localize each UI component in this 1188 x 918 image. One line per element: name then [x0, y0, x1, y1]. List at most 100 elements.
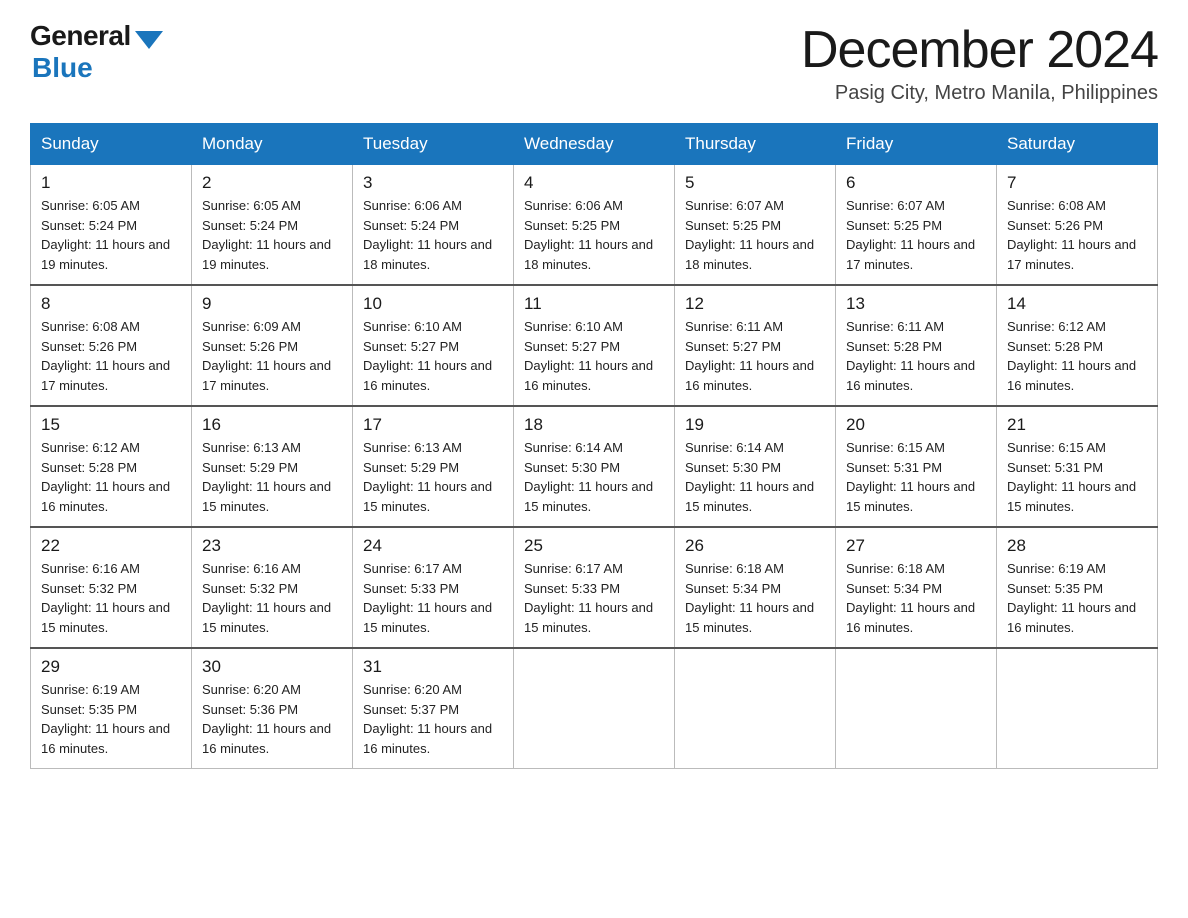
day-number: 19: [685, 415, 825, 435]
day-info: Sunrise: 6:17 AMSunset: 5:33 PMDaylight:…: [524, 559, 664, 637]
day-info: Sunrise: 6:16 AMSunset: 5:32 PMDaylight:…: [202, 559, 342, 637]
day-number: 25: [524, 536, 664, 556]
day-info: Sunrise: 6:07 AMSunset: 5:25 PMDaylight:…: [846, 196, 986, 274]
calendar-cell: [675, 648, 836, 769]
day-number: 7: [1007, 173, 1147, 193]
weekday-header-saturday: Saturday: [997, 124, 1158, 165]
calendar-cell: [997, 648, 1158, 769]
day-number: 3: [363, 173, 503, 193]
day-info: Sunrise: 6:14 AMSunset: 5:30 PMDaylight:…: [685, 438, 825, 516]
calendar-week-row: 22 Sunrise: 6:16 AMSunset: 5:32 PMDaylig…: [31, 527, 1158, 648]
day-number: 13: [846, 294, 986, 314]
logo-triangle-icon: [135, 31, 163, 49]
day-number: 12: [685, 294, 825, 314]
day-number: 31: [363, 657, 503, 677]
weekday-header-tuesday: Tuesday: [353, 124, 514, 165]
day-info: Sunrise: 6:12 AMSunset: 5:28 PMDaylight:…: [41, 438, 181, 516]
calendar-cell: [514, 648, 675, 769]
logo-general-text: General: [30, 20, 131, 52]
calendar-cell: 5 Sunrise: 6:07 AMSunset: 5:25 PMDayligh…: [675, 165, 836, 286]
calendar-cell: 6 Sunrise: 6:07 AMSunset: 5:25 PMDayligh…: [836, 165, 997, 286]
day-info: Sunrise: 6:11 AMSunset: 5:27 PMDaylight:…: [685, 317, 825, 395]
title-area: December 2024 Pasig City, Metro Manila, …: [801, 20, 1158, 105]
day-number: 2: [202, 173, 342, 193]
logo-blue-text: Blue: [32, 52, 93, 84]
day-number: 29: [41, 657, 181, 677]
day-info: Sunrise: 6:18 AMSunset: 5:34 PMDaylight:…: [685, 559, 825, 637]
day-info: Sunrise: 6:06 AMSunset: 5:25 PMDaylight:…: [524, 196, 664, 274]
day-number: 24: [363, 536, 503, 556]
day-number: 8: [41, 294, 181, 314]
calendar-cell: 8 Sunrise: 6:08 AMSunset: 5:26 PMDayligh…: [31, 285, 192, 406]
month-title: December 2024: [801, 20, 1158, 80]
calendar-cell: 20 Sunrise: 6:15 AMSunset: 5:31 PMDaylig…: [836, 406, 997, 527]
calendar-week-row: 1 Sunrise: 6:05 AMSunset: 5:24 PMDayligh…: [31, 165, 1158, 286]
day-number: 11: [524, 294, 664, 314]
day-info: Sunrise: 6:06 AMSunset: 5:24 PMDaylight:…: [363, 196, 503, 274]
calendar-cell: 1 Sunrise: 6:05 AMSunset: 5:24 PMDayligh…: [31, 165, 192, 286]
weekday-header-friday: Friday: [836, 124, 997, 165]
calendar-cell: 30 Sunrise: 6:20 AMSunset: 5:36 PMDaylig…: [192, 648, 353, 769]
calendar-week-row: 15 Sunrise: 6:12 AMSunset: 5:28 PMDaylig…: [31, 406, 1158, 527]
day-number: 20: [846, 415, 986, 435]
calendar-cell: 29 Sunrise: 6:19 AMSunset: 5:35 PMDaylig…: [31, 648, 192, 769]
day-number: 26: [685, 536, 825, 556]
page-header: General Blue December 2024 Pasig City, M…: [30, 20, 1158, 105]
day-number: 23: [202, 536, 342, 556]
day-info: Sunrise: 6:05 AMSunset: 5:24 PMDaylight:…: [41, 196, 181, 274]
day-number: 17: [363, 415, 503, 435]
calendar-cell: 4 Sunrise: 6:06 AMSunset: 5:25 PMDayligh…: [514, 165, 675, 286]
day-info: Sunrise: 6:08 AMSunset: 5:26 PMDaylight:…: [41, 317, 181, 395]
day-number: 21: [1007, 415, 1147, 435]
weekday-header-sunday: Sunday: [31, 124, 192, 165]
day-number: 4: [524, 173, 664, 193]
day-number: 9: [202, 294, 342, 314]
calendar-cell: 10 Sunrise: 6:10 AMSunset: 5:27 PMDaylig…: [353, 285, 514, 406]
calendar-cell: 24 Sunrise: 6:17 AMSunset: 5:33 PMDaylig…: [353, 527, 514, 648]
weekday-header-monday: Monday: [192, 124, 353, 165]
logo: General Blue: [30, 20, 163, 84]
day-info: Sunrise: 6:16 AMSunset: 5:32 PMDaylight:…: [41, 559, 181, 637]
calendar-cell: 15 Sunrise: 6:12 AMSunset: 5:28 PMDaylig…: [31, 406, 192, 527]
calendar-table: SundayMondayTuesdayWednesdayThursdayFrid…: [30, 123, 1158, 769]
day-info: Sunrise: 6:05 AMSunset: 5:24 PMDaylight:…: [202, 196, 342, 274]
calendar-cell: 18 Sunrise: 6:14 AMSunset: 5:30 PMDaylig…: [514, 406, 675, 527]
calendar-cell: 3 Sunrise: 6:06 AMSunset: 5:24 PMDayligh…: [353, 165, 514, 286]
weekday-header-row: SundayMondayTuesdayWednesdayThursdayFrid…: [31, 124, 1158, 165]
day-number: 22: [41, 536, 181, 556]
calendar-cell: 26 Sunrise: 6:18 AMSunset: 5:34 PMDaylig…: [675, 527, 836, 648]
day-number: 28: [1007, 536, 1147, 556]
calendar-cell: 11 Sunrise: 6:10 AMSunset: 5:27 PMDaylig…: [514, 285, 675, 406]
calendar-week-row: 8 Sunrise: 6:08 AMSunset: 5:26 PMDayligh…: [31, 285, 1158, 406]
day-info: Sunrise: 6:08 AMSunset: 5:26 PMDaylight:…: [1007, 196, 1147, 274]
day-info: Sunrise: 6:13 AMSunset: 5:29 PMDaylight:…: [363, 438, 503, 516]
calendar-week-row: 29 Sunrise: 6:19 AMSunset: 5:35 PMDaylig…: [31, 648, 1158, 769]
day-info: Sunrise: 6:07 AMSunset: 5:25 PMDaylight:…: [685, 196, 825, 274]
day-info: Sunrise: 6:19 AMSunset: 5:35 PMDaylight:…: [1007, 559, 1147, 637]
calendar-cell: 13 Sunrise: 6:11 AMSunset: 5:28 PMDaylig…: [836, 285, 997, 406]
day-info: Sunrise: 6:12 AMSunset: 5:28 PMDaylight:…: [1007, 317, 1147, 395]
day-number: 5: [685, 173, 825, 193]
day-info: Sunrise: 6:14 AMSunset: 5:30 PMDaylight:…: [524, 438, 664, 516]
calendar-cell: 14 Sunrise: 6:12 AMSunset: 5:28 PMDaylig…: [997, 285, 1158, 406]
day-info: Sunrise: 6:13 AMSunset: 5:29 PMDaylight:…: [202, 438, 342, 516]
day-info: Sunrise: 6:10 AMSunset: 5:27 PMDaylight:…: [363, 317, 503, 395]
location-subtitle: Pasig City, Metro Manila, Philippines: [801, 82, 1158, 105]
day-number: 14: [1007, 294, 1147, 314]
day-info: Sunrise: 6:10 AMSunset: 5:27 PMDaylight:…: [524, 317, 664, 395]
calendar-cell: 25 Sunrise: 6:17 AMSunset: 5:33 PMDaylig…: [514, 527, 675, 648]
calendar-cell: 16 Sunrise: 6:13 AMSunset: 5:29 PMDaylig…: [192, 406, 353, 527]
day-info: Sunrise: 6:15 AMSunset: 5:31 PMDaylight:…: [1007, 438, 1147, 516]
calendar-cell: 21 Sunrise: 6:15 AMSunset: 5:31 PMDaylig…: [997, 406, 1158, 527]
day-number: 6: [846, 173, 986, 193]
calendar-cell: 28 Sunrise: 6:19 AMSunset: 5:35 PMDaylig…: [997, 527, 1158, 648]
calendar-cell: 19 Sunrise: 6:14 AMSunset: 5:30 PMDaylig…: [675, 406, 836, 527]
day-info: Sunrise: 6:18 AMSunset: 5:34 PMDaylight:…: [846, 559, 986, 637]
calendar-cell: 9 Sunrise: 6:09 AMSunset: 5:26 PMDayligh…: [192, 285, 353, 406]
day-number: 10: [363, 294, 503, 314]
calendar-cell: 2 Sunrise: 6:05 AMSunset: 5:24 PMDayligh…: [192, 165, 353, 286]
calendar-cell: 7 Sunrise: 6:08 AMSunset: 5:26 PMDayligh…: [997, 165, 1158, 286]
day-info: Sunrise: 6:19 AMSunset: 5:35 PMDaylight:…: [41, 680, 181, 758]
calendar-cell: 12 Sunrise: 6:11 AMSunset: 5:27 PMDaylig…: [675, 285, 836, 406]
day-number: 15: [41, 415, 181, 435]
